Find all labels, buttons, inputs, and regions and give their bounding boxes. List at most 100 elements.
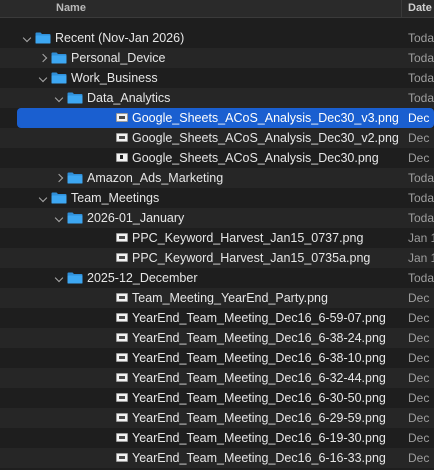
- column-header-date[interactable]: Date: [401, 0, 432, 18]
- image-file-icon: [116, 253, 128, 262]
- date-modified: Dec: [408, 451, 430, 465]
- file-name: PPC_Keyword_Harvest_Jan15_0737.png: [132, 231, 364, 245]
- file-row[interactable]: YearEnd_Team_Meeting_Dec16_6-29-59.png De…: [0, 408, 434, 428]
- chevron-down-icon[interactable]: [54, 208, 64, 228]
- folder-icon: [51, 192, 67, 204]
- date-modified: Toda: [408, 71, 434, 85]
- file-row[interactable]: YearEnd_Team_Meeting_Dec16_6-16-33.png De…: [0, 448, 434, 468]
- date-modified: Toda: [408, 171, 434, 185]
- image-file-icon: [116, 353, 128, 362]
- folder-icon: [67, 272, 83, 284]
- chevron-down-icon[interactable]: [22, 28, 32, 48]
- folder-row[interactable]: Work_Business Toda: [0, 68, 434, 88]
- folder-icon: [35, 32, 51, 44]
- folder-row[interactable]: Personal_Device Toda: [0, 48, 434, 68]
- folder-row[interactable]: Data_Analytics Toda: [0, 88, 434, 108]
- date-modified: Dec: [408, 291, 430, 305]
- image-file-icon: [116, 453, 128, 462]
- chevron-down-icon[interactable]: [54, 268, 64, 288]
- date-modified: Dec: [408, 131, 430, 145]
- folder-row[interactable]: 2025-12_December Toda: [0, 268, 434, 288]
- folder-name: Data_Analytics: [87, 91, 171, 105]
- folder-row[interactable]: Amazon_Ads_Marketing Toda: [0, 168, 434, 188]
- file-row[interactable]: PPC_Keyword_Harvest_Jan15_0737.png Jan 1: [0, 228, 434, 248]
- file-row[interactable]: YearEnd_Team_Meeting_Dec16_6-38-10.png De…: [0, 348, 434, 368]
- file-name: Google_Sheets_ACoS_Analysis_Dec30.png: [132, 151, 379, 165]
- date-modified: Dec: [408, 351, 430, 365]
- file-row[interactable]: YearEnd_Team_Meeting_Dec16_6-59-07.png De…: [0, 308, 434, 328]
- date-modified: Dec: [408, 331, 430, 345]
- file-name: Google_Sheets_ACoS_Analysis_Dec30_v2.png: [132, 131, 399, 145]
- date-modified: Toda: [408, 191, 434, 205]
- file-name: YearEnd_Team_Meeting_Dec16_6-38-10.png: [132, 351, 386, 365]
- image-file-icon: [116, 153, 128, 162]
- folder-icon: [51, 52, 67, 64]
- date-modified: Dec: [408, 151, 430, 165]
- file-name: PPC_Keyword_Harvest_Jan15_0735a.png: [132, 251, 371, 265]
- date-modified: Toda: [408, 31, 434, 45]
- date-modified: Dec: [408, 111, 430, 125]
- file-row[interactable]: YearEnd_Team_Meeting_Dec16_6-38-24.png De…: [0, 328, 434, 348]
- file-row[interactable]: YearEnd_Team_Meeting_Dec16_6-19-30.png De…: [0, 428, 434, 448]
- folder-row[interactable]: Recent (Nov-Jan 2026) Toda: [0, 28, 434, 48]
- file-name: YearEnd_Team_Meeting_Dec16_6-32-44.png: [132, 371, 386, 385]
- file-name: Team_Meeting_YearEnd_Party.png: [132, 291, 328, 305]
- chevron-down-icon[interactable]: [38, 68, 48, 88]
- column-header-bar: Name Date: [0, 0, 434, 18]
- date-modified: Toda: [408, 51, 434, 65]
- date-modified: Toda: [408, 271, 434, 285]
- image-file-icon: [116, 113, 128, 122]
- file-row[interactable]: YearEnd_Team_Meeting_Dec16_6-32-44.png De…: [0, 368, 434, 388]
- folder-row[interactable]: 2026-01_January Toda: [0, 208, 434, 228]
- folder-icon: [51, 72, 67, 84]
- chevron-right-icon[interactable]: [33, 53, 53, 63]
- file-row[interactable]: YearEnd_Team_Meeting_Dec16_6-30-50.png De…: [0, 388, 434, 408]
- folder-name: 2025-12_December: [87, 271, 198, 285]
- folder-icon: [67, 172, 83, 184]
- folder-name: 2026-01_January: [87, 211, 185, 225]
- image-file-icon: [116, 393, 128, 402]
- file-row[interactable]: Google_Sheets_ACoS_Analysis_Dec30_v3.png…: [17, 108, 434, 128]
- file-name: YearEnd_Team_Meeting_Dec16_6-30-50.png: [132, 391, 386, 405]
- folder-icon: [67, 92, 83, 104]
- image-file-icon: [116, 333, 128, 342]
- folder-name: Team_Meetings: [71, 191, 160, 205]
- file-name: YearEnd_Team_Meeting_Dec16_6-59-07.png: [132, 311, 386, 325]
- folder-name: Recent (Nov-Jan 2026): [55, 31, 185, 45]
- folder-icon: [67, 212, 83, 224]
- file-name: YearEnd_Team_Meeting_Dec16_6-38-24.png: [132, 331, 386, 345]
- date-modified: Toda: [408, 91, 434, 105]
- file-row[interactable]: Google_Sheets_ACoS_Analysis_Dec30_v2.png…: [0, 128, 434, 148]
- folder-name: Work_Business: [71, 71, 158, 85]
- file-row[interactable]: Google_Sheets_ACoS_Analysis_Dec30.png Dec: [0, 148, 434, 168]
- column-header-name[interactable]: Name: [56, 2, 86, 14]
- chevron-down-icon[interactable]: [38, 188, 48, 208]
- chevron-down-icon[interactable]: [54, 88, 64, 108]
- file-name: YearEnd_Team_Meeting_Dec16_6-16-33.png: [132, 451, 386, 465]
- date-modified: Jan 1: [408, 251, 434, 265]
- image-file-icon: [116, 293, 128, 302]
- date-modified: Toda: [408, 211, 434, 225]
- image-file-icon: [116, 413, 128, 422]
- image-file-icon: [116, 433, 128, 442]
- folder-name: Personal_Device: [71, 51, 166, 65]
- folder-row[interactable]: Team_Meetings Toda: [0, 188, 434, 208]
- file-name: YearEnd_Team_Meeting_Dec16_6-19-30.png: [132, 431, 386, 445]
- file-name: Google_Sheets_ACoS_Analysis_Dec30_v3.png: [132, 111, 399, 125]
- file-row[interactable]: Team_Meeting_YearEnd_Party.png Dec: [0, 288, 434, 308]
- folder-name: Amazon_Ads_Marketing: [87, 171, 224, 185]
- date-modified: Dec: [408, 391, 430, 405]
- image-file-icon: [116, 373, 128, 382]
- image-file-icon: [116, 233, 128, 242]
- image-file-icon: [116, 133, 128, 142]
- date-modified: Jan 1: [408, 231, 434, 245]
- date-modified: Dec: [408, 411, 430, 425]
- chevron-right-icon[interactable]: [49, 173, 69, 183]
- file-list: Recent (Nov-Jan 2026) Toda Personal_Device…: [0, 28, 434, 468]
- file-row[interactable]: PPC_Keyword_Harvest_Jan15_0735a.png Jan 1: [0, 248, 434, 268]
- date-modified: Dec: [408, 431, 430, 445]
- file-name: YearEnd_Team_Meeting_Dec16_6-29-59.png: [132, 411, 386, 425]
- date-modified: Dec: [408, 371, 430, 385]
- date-modified: Dec: [408, 311, 430, 325]
- image-file-icon: [116, 313, 128, 322]
